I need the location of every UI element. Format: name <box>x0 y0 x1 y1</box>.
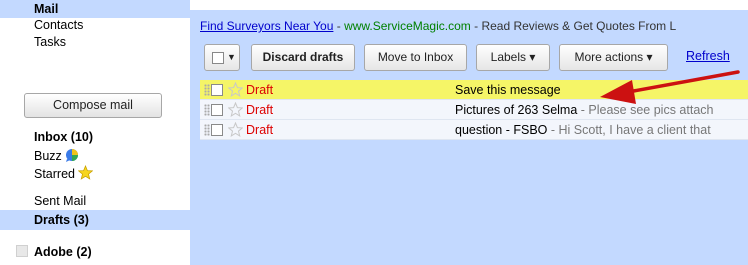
discard-drafts-button[interactable]: Discard drafts <box>251 44 355 71</box>
subject-text: Pictures of 263 Selma <box>455 103 578 117</box>
message-snippet: - Please see pics attach <box>577 103 714 117</box>
refresh-link[interactable]: Refresh <box>686 49 730 63</box>
compose-mail-button[interactable]: Compose mail <box>24 93 162 118</box>
more-actions-dropdown[interactable]: More actions ▾ <box>559 44 668 71</box>
nav-buzz-label: Buzz <box>34 149 62 163</box>
nav-drafts[interactable]: Drafts (3) <box>0 210 190 230</box>
drag-handle-icon[interactable] <box>204 84 210 96</box>
nav-starred-label: Starred <box>34 167 75 181</box>
message-subject: Pictures of 263 Selma - Please see pics … <box>455 103 713 117</box>
message-subject: Save this message <box>455 83 561 97</box>
select-all-checkbox[interactable] <box>212 52 224 64</box>
select-checkbox-dropdown[interactable]: ▼ <box>204 44 240 71</box>
row-checkbox[interactable] <box>211 124 223 136</box>
subject-text: Save this message <box>455 83 561 97</box>
buzz-icon <box>65 148 81 162</box>
ad-text: - Read Reviews & Get Quotes From L <box>470 19 677 33</box>
labels-dropdown[interactable]: Labels ▾ <box>476 44 550 71</box>
row-checkbox[interactable] <box>211 84 223 96</box>
drag-handle-icon[interactable] <box>204 124 210 136</box>
subject-text: question - FSBO <box>455 123 548 137</box>
ad-bar: Find Surveyors Near You - www.ServiceMag… <box>200 17 748 35</box>
star-outline-icon[interactable] <box>227 121 244 137</box>
nav-label-adobe[interactable]: Adobe (2) <box>0 243 190 261</box>
draft-label: Draft <box>246 123 274 137</box>
message-list: Draft Save this message Draft Pictures o… <box>200 80 748 140</box>
ad-url[interactable]: www.ServiceMagic.com <box>344 19 471 33</box>
drag-handle-icon[interactable] <box>204 104 210 116</box>
draft-label: Draft <box>246 83 274 97</box>
message-row[interactable]: Draft Save this message <box>200 80 748 100</box>
toolbar: ▼ Discard drafts Move to Inbox Labels ▾ … <box>200 44 748 72</box>
message-snippet: - Hi Scott, I have a client that <box>547 123 711 137</box>
nav-contacts[interactable]: Contacts <box>0 16 190 34</box>
chevron-down-icon: ▼ <box>227 52 236 62</box>
row-checkbox[interactable] <box>211 104 223 116</box>
ad-link[interactable]: Find Surveyors Near You <box>200 19 333 33</box>
nav-sent-mail[interactable]: Sent Mail <box>0 192 190 210</box>
ad-separator: - <box>333 19 345 33</box>
draft-label: Draft <box>246 103 274 117</box>
star-outline-icon[interactable] <box>227 81 244 97</box>
main-content: Find Surveyors Near You - www.ServiceMag… <box>190 0 748 265</box>
nav-inbox[interactable]: Inbox (10) <box>0 128 190 146</box>
message-row[interactable]: Draft question - FSBO - Hi Scott, I have… <box>200 120 748 140</box>
sidebar: Mail Contacts Tasks Compose mail Inbox (… <box>0 0 190 265</box>
nav-tasks[interactable]: Tasks <box>0 33 190 51</box>
message-row[interactable]: Draft Pictures of 263 Selma - Please see… <box>200 100 748 120</box>
nav-buzz[interactable]: Buzz <box>0 147 190 165</box>
star-icon <box>78 165 93 180</box>
nav-starred[interactable]: Starred <box>0 165 190 183</box>
move-to-inbox-button[interactable]: Move to Inbox <box>364 44 467 71</box>
message-subject: question - FSBO - Hi Scott, I have a cli… <box>455 123 711 137</box>
star-outline-icon[interactable] <box>227 101 244 117</box>
